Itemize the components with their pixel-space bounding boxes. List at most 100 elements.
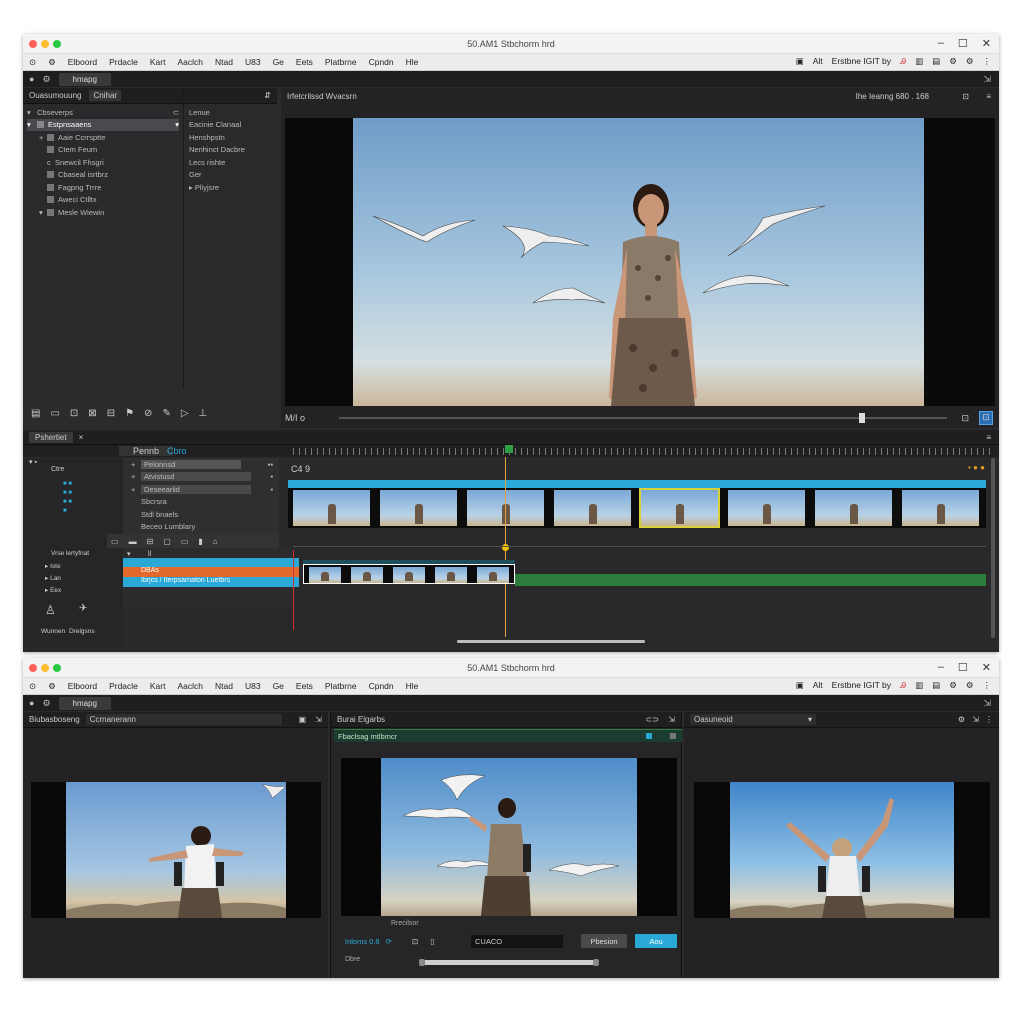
- menu-right-item[interactable]: Alt: [813, 680, 823, 691]
- track-toggle-icons[interactable]: ■ ■ ■ ■ ■ ■ ■: [63, 480, 72, 516]
- grid-icon[interactable]: ▣: [796, 56, 804, 67]
- record-icon[interactable]: Ꭿ: [900, 56, 906, 67]
- tab-workspace[interactable]: hmapg: [58, 696, 111, 710]
- menu-item[interactable]: Kart: [150, 57, 166, 67]
- settings-icon[interactable]: ⚙: [42, 698, 50, 709]
- apply-button[interactable]: Aou: [635, 934, 677, 948]
- export-icon[interactable]: ⇲: [668, 715, 675, 724]
- gear-icon[interactable]: ⚙: [949, 680, 957, 691]
- tree-item[interactable]: Aweci Ctlltx: [27, 194, 179, 207]
- menu-item[interactable]: Aaclch: [177, 57, 203, 67]
- transport-label[interactable]: M/I o: [285, 413, 305, 423]
- tool-figure-icon[interactable]: ♙: [45, 603, 56, 617]
- flag-icon[interactable]: ⚑: [125, 408, 134, 419]
- status-indicator-icon[interactable]: [670, 733, 676, 739]
- settings-icon[interactable]: ⚙: [42, 74, 50, 85]
- clip-thumbnail[interactable]: [393, 567, 425, 583]
- menu-item[interactable]: Ntad: [215, 681, 233, 691]
- zoom-tool-icon[interactable]: ▭: [181, 537, 189, 546]
- tree-item[interactable]: + Aaie Ccrrsptte: [27, 131, 179, 144]
- app-icon[interactable]: ⊙: [29, 57, 36, 68]
- minimize-icon[interactable]: –: [938, 37, 944, 50]
- grid-view-icon[interactable]: ⊟: [107, 408, 115, 419]
- collapse-icon[interactable]: ⇲: [983, 74, 991, 85]
- circle-icon[interactable]: ●: [29, 698, 34, 708]
- collapse-icon[interactable]: ⇲: [983, 698, 991, 709]
- source-search-field[interactable]: Ccrnanerann: [85, 714, 282, 725]
- menu-item[interactable]: Ge: [273, 681, 284, 691]
- source-frame-left[interactable]: [31, 782, 321, 918]
- slip-tool-icon[interactable]: ▢: [163, 537, 171, 546]
- orange-clip[interactable]: DBAs: [123, 567, 299, 577]
- maximize-dot-icon[interactable]: [53, 40, 61, 48]
- secondary-button[interactable]: Pbesion: [581, 934, 627, 948]
- vertical-scrollbar[interactable]: [991, 458, 995, 638]
- program-dropdown[interactable]: Oasuneoid ▾: [690, 714, 816, 725]
- viewer-scrubber[interactable]: [339, 413, 947, 423]
- export-icon[interactable]: ⇲: [315, 715, 322, 724]
- restore-icon[interactable]: ☐: [958, 661, 968, 674]
- gear-icon[interactable]: ⚙: [949, 56, 957, 67]
- detail-item[interactable]: Nenhinct Dacbre: [189, 144, 277, 157]
- track-row[interactable]: + Pelonnsd ▪▪: [123, 458, 279, 471]
- detail-item[interactable]: ▸ Pliyjsre: [189, 181, 277, 194]
- menu-item[interactable]: Ge: [273, 57, 284, 67]
- clip-thumbnail[interactable]: [293, 490, 370, 526]
- maximize-dot-icon[interactable]: [53, 664, 61, 672]
- track-row[interactable]: + Atvistusd ▪: [123, 471, 279, 484]
- video-frame[interactable]: [285, 118, 995, 406]
- clip-thumbnail[interactable]: [351, 567, 383, 583]
- project-search-field[interactable]: Cnihar: [89, 90, 122, 101]
- image-icon[interactable]: ▣: [298, 715, 306, 724]
- tree-item[interactable]: c Snewcil Fhsgri: [27, 156, 179, 169]
- menu-item[interactable]: Elboord: [68, 57, 97, 67]
- detail-item[interactable]: Lecs rishte: [189, 156, 277, 169]
- hand-tool-icon[interactable]: ▮: [198, 537, 202, 546]
- timeline-scrollbar[interactable]: [457, 640, 645, 643]
- clip-thumbnail[interactable]: [435, 567, 467, 583]
- clip-thumbnail[interactable]: [554, 490, 631, 526]
- panel-menu-icon[interactable]: ≡: [986, 433, 991, 442]
- marker-icon[interactable]: ⊡: [961, 413, 969, 424]
- more-icon[interactable]: ⋮: [983, 56, 992, 67]
- video-clip-strip[interactable]: [288, 488, 986, 528]
- minimize-icon[interactable]: –: [938, 661, 944, 674]
- folder-icon[interactable]: ▭: [50, 408, 59, 419]
- close-dot-icon[interactable]: [29, 40, 37, 48]
- close-tab-icon[interactable]: ×: [79, 433, 84, 442]
- tree-item[interactable]: ▾ Mesle Wiewin: [27, 206, 179, 219]
- status-indicator-icon[interactable]: [646, 733, 652, 739]
- menu-item[interactable]: Elboord: [68, 681, 97, 691]
- menu-item[interactable]: Platbrne: [325, 681, 357, 691]
- progress-end-handle[interactable]: [593, 959, 599, 966]
- more-icon[interactable]: ⋮: [983, 680, 992, 691]
- fullscreen-icon[interactable]: ⊡: [979, 411, 993, 425]
- menu-item[interactable]: U83: [245, 681, 261, 691]
- select-tool-icon[interactable]: ▭: [111, 537, 119, 546]
- track-row[interactable]: + Deseearlid ▪: [123, 483, 279, 496]
- menu-item[interactable]: U83: [245, 57, 261, 67]
- clip-thumbnail[interactable]: [815, 490, 892, 526]
- clip-thumbnail[interactable]: [639, 488, 720, 528]
- tab-timeline[interactable]: Pshertiet: [29, 431, 73, 443]
- panel-icon[interactable]: ▤: [932, 56, 940, 67]
- bin-icon[interactable]: ⊠: [88, 408, 96, 419]
- export-icon[interactable]: ⇲: [972, 715, 979, 724]
- menu-right-item[interactable]: Erstbne IGIT by: [832, 680, 891, 691]
- zoom-icon[interactable]: ⊡: [962, 92, 969, 101]
- new-item-icon[interactable]: ⊡: [70, 408, 78, 419]
- menu-item[interactable]: Cpndn: [369, 57, 394, 67]
- menu-item[interactable]: Platbrne: [325, 57, 357, 67]
- settings-icon[interactable]: ⚙: [48, 681, 56, 692]
- close-icon[interactable]: ✕: [982, 37, 991, 50]
- list-view-icon[interactable]: ▤: [31, 408, 40, 419]
- green-audio-clip[interactable]: [515, 574, 986, 586]
- menu-item[interactable]: Hle: [406, 57, 419, 67]
- menu-item[interactable]: Kart: [150, 681, 166, 691]
- clip-thumbnail[interactable]: [380, 490, 457, 526]
- layout-icon[interactable]: ▥: [915, 56, 923, 67]
- tree-item[interactable]: Ctem Feum: [27, 144, 179, 157]
- playhead-marker[interactable]: [505, 445, 513, 453]
- menu-item[interactable]: Cpndn: [369, 681, 394, 691]
- layout-icon[interactable]: ▥: [915, 680, 923, 691]
